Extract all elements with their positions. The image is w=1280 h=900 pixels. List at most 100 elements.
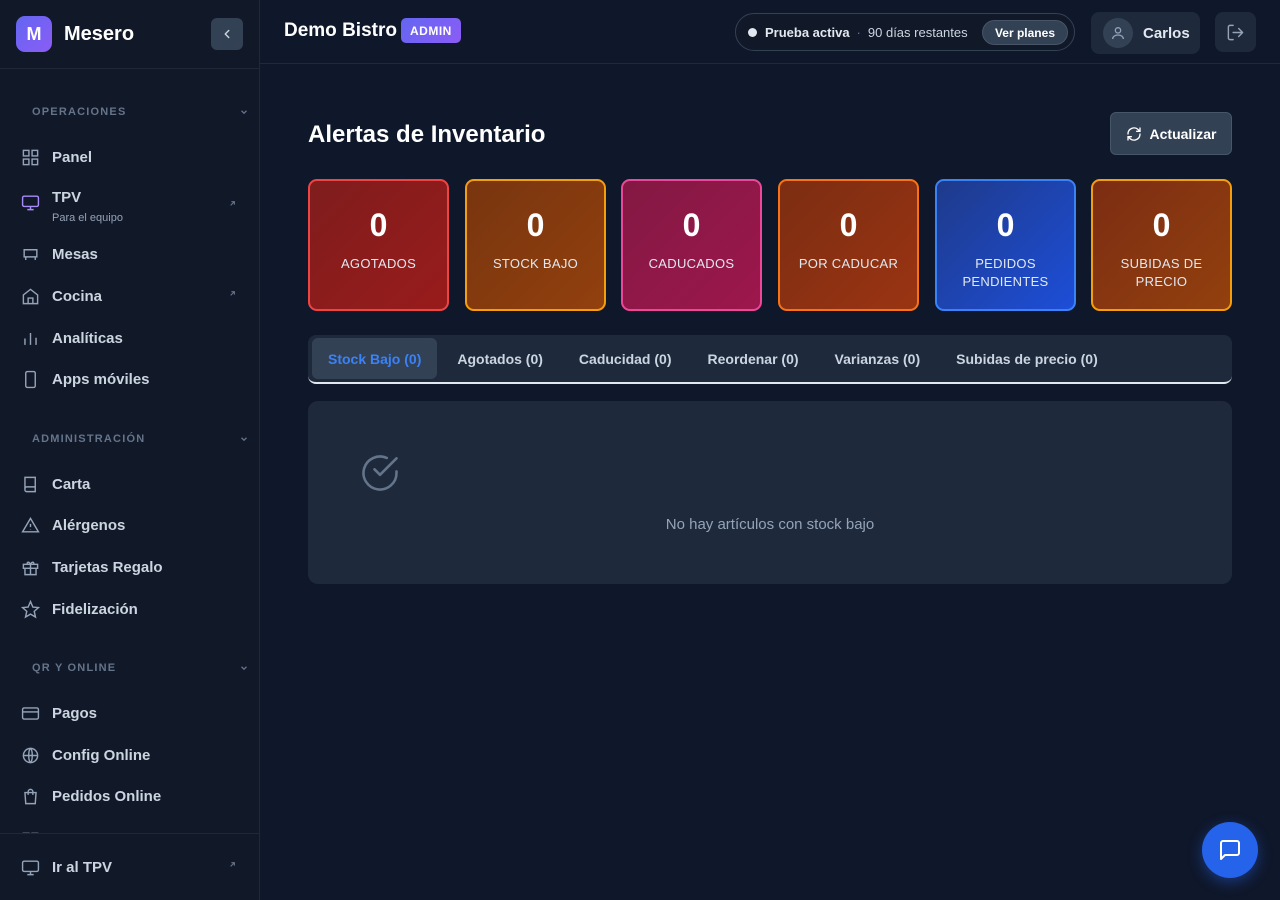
user-name: Carlos: [1143, 24, 1190, 42]
refresh-label: Actualizar: [1149, 125, 1217, 142]
sidebar-item-label: Analíticas: [52, 329, 123, 347]
top-bar: Demo Bistro ADMIN Prueba activa · 90 día…: [260, 0, 1280, 64]
brand-logo[interactable]: M: [16, 16, 52, 52]
tab-stock-bajo[interactable]: Stock Bajo (0): [312, 338, 438, 379]
sidebar-item-label: Config Online: [52, 746, 151, 764]
stat-label: POR CADUCAR: [798, 256, 899, 271]
globe-icon: [20, 745, 40, 765]
sidebar-item-label: Apps móviles: [52, 370, 150, 388]
sidebar-item-fidelizacion[interactable]: Fidelización: [0, 590, 259, 628]
section-title: QR Y ONLINE: [32, 662, 117, 674]
sidebar-item-carta[interactable]: Carta: [0, 465, 259, 503]
tab-reordenar[interactable]: Reordenar (0): [692, 338, 815, 379]
restaurant-name: Demo Bistro: [284, 20, 397, 41]
user-menu[interactable]: Carlos: [1091, 12, 1200, 54]
tab-caducidad[interactable]: Caducidad (0): [563, 338, 688, 379]
tab-agotados[interactable]: Agotados (0): [441, 338, 559, 379]
section-title: OPERACIONES: [32, 106, 127, 118]
star-icon: [20, 599, 40, 619]
stat-label: CADUCADOS: [648, 256, 735, 271]
sidebar-item-panel[interactable]: Panel: [0, 138, 259, 176]
smartphone-icon: [20, 369, 40, 389]
stat-card-pedidos-pendientes[interactable]: 0 PEDIDOS PENDIENTES: [935, 179, 1076, 311]
go-to-tpv-link[interactable]: Ir al TPV: [0, 848, 259, 886]
trial-separator: ·: [856, 24, 861, 40]
sidebar-item-tpv[interactable]: TPV Para el equipo: [0, 185, 259, 227]
sidebar-item-mesas[interactable]: Mesas: [0, 235, 259, 273]
section-title: ADMINISTRACIÓN: [32, 433, 146, 445]
stat-card-stock-bajo[interactable]: 0 STOCK BAJO: [465, 179, 606, 311]
gift-icon: [20, 557, 40, 577]
book-icon: [20, 474, 40, 494]
user-icon: [1112, 27, 1124, 40]
stat-card-subidas-precio[interactable]: 0 SUBIDAS DE PRECIO: [1091, 179, 1232, 311]
sidebar: M Mesero OPERACIONES Panel TPV Para el e…: [0, 0, 260, 900]
stat-label: SUBIDAS DE PRECIO: [1120, 256, 1203, 289]
table-icon: [20, 244, 40, 264]
section-administracion[interactable]: ADMINISTRACIÓN: [32, 433, 249, 445]
collapse-sidebar-button[interactable]: [211, 18, 243, 50]
external-link-icon: [230, 291, 235, 296]
role-badge: ADMIN: [401, 18, 461, 43]
sidebar-item-config-online[interactable]: Config Online: [0, 736, 259, 774]
sidebar-item-partial[interactable]: [0, 821, 259, 833]
warning-icon: [20, 515, 40, 535]
sidebar-item-label: Mesas: [52, 245, 98, 263]
stat-label: PEDIDOS PENDIENTES: [962, 256, 1049, 289]
sidebar-item-label: Tarjetas Regalo: [52, 558, 163, 576]
empty-state-message: No hay artículos con stock bajo: [665, 516, 875, 533]
stat-label: STOCK BAJO: [492, 256, 579, 271]
refresh-icon: [1126, 126, 1141, 141]
stat-value: 0: [839, 207, 858, 243]
chevron-down-icon: [241, 110, 247, 115]
stat-card-por-caducar[interactable]: 0 POR CADUCAR: [778, 179, 919, 311]
stat-card-caducados[interactable]: 0 CADUCADOS: [621, 179, 762, 311]
chevron-left-icon: [224, 29, 230, 39]
tab-varianzas[interactable]: Varianzas (0): [819, 338, 937, 379]
sidebar-item-label: TPV: [52, 189, 82, 206]
sidebar-nav: OPERACIONES Panel TPV Para el equipo Mes…: [0, 69, 259, 833]
sidebar-item-label: Cocina: [52, 287, 103, 305]
stat-card-agotados[interactable]: 0 AGOTADOS: [308, 179, 449, 311]
stat-value: 0: [369, 207, 388, 243]
view-plans-button[interactable]: Ver planes: [981, 20, 1068, 45]
sidebar-item-label: Alérgenos: [52, 516, 126, 534]
section-qr-online[interactable]: QR Y ONLINE: [32, 662, 249, 674]
trial-status-pill: Prueba activa · 90 días restantes Ver pl…: [735, 13, 1075, 51]
check-circle-icon: [362, 455, 398, 491]
sidebar-item-apps-moviles[interactable]: Apps móviles: [0, 360, 259, 398]
shopping-bag-icon: [20, 786, 40, 806]
section-operaciones[interactable]: OPERACIONES: [32, 106, 249, 118]
chat-button[interactable]: [1202, 822, 1258, 878]
logout-button[interactable]: [1215, 12, 1256, 52]
footer-link-label: Ir al TPV: [52, 858, 113, 876]
alert-tabs: Stock Bajo (0) Agotados (0) Caducidad (0…: [308, 335, 1232, 384]
stat-value: 0: [1152, 207, 1171, 243]
sidebar-item-cocina[interactable]: Cocina: [0, 277, 259, 315]
monitor-icon: [20, 857, 40, 877]
trial-remaining: 90 días restantes: [867, 24, 968, 40]
sidebar-item-label: Pagos: [52, 704, 98, 722]
refresh-button[interactable]: Actualizar: [1110, 112, 1232, 155]
sidebar-item-label: Pedidos Online: [52, 787, 162, 805]
sidebar-item-pagos[interactable]: Pagos: [0, 694, 259, 732]
sidebar-footer: Ir al TPV: [0, 833, 259, 900]
sidebar-item-sublabel: Para el equipo: [52, 212, 123, 224]
external-link-icon: [230, 201, 235, 206]
status-dot: [748, 27, 757, 37]
stat-value: 0: [526, 207, 545, 243]
sidebar-item-label: Carta: [52, 475, 91, 493]
sidebar-item-analiticas[interactable]: Analíticas: [0, 319, 259, 357]
logout-icon: [1227, 24, 1244, 40]
bar-chart-icon: [20, 328, 40, 348]
sidebar-item-alergenos[interactable]: Alérgenos: [0, 506, 259, 544]
sidebar-item-pedidos-online[interactable]: Pedidos Online: [0, 777, 259, 815]
chevron-down-icon: [241, 666, 247, 671]
brand-name[interactable]: Mesero: [64, 23, 134, 46]
sidebar-item-tarjetas-regalo[interactable]: Tarjetas Regalo: [0, 548, 259, 586]
tab-subidas-precio[interactable]: Subidas de precio (0): [940, 338, 1114, 379]
credit-card-icon: [20, 703, 40, 723]
brand: M Mesero: [0, 0, 259, 69]
home-icon: [20, 286, 40, 306]
trial-status: Prueba activa: [765, 24, 850, 40]
